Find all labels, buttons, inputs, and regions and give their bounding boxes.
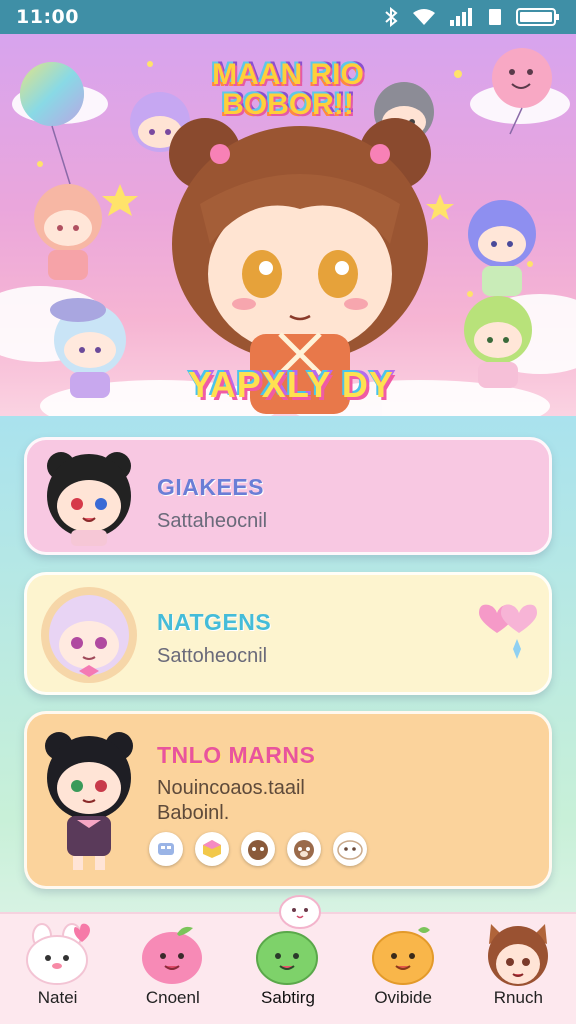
nav-item-natei[interactable]: Natei [0,914,115,1024]
list-card-3[interactable]: TNLO MARNS Nouincoaos.taail Baboinl. [24,711,552,889]
cat-icon [248,840,268,860]
card-title: TNLO MARNS [157,742,316,768]
nav-item-rnuch[interactable]: Rnuch [461,914,576,1024]
card-subtitle: Sattaheocnil [157,510,268,532]
card-title: NATGENS [157,609,272,635]
app-screen: 11:00 MAAN RIO BOBOR!! YAPXLY DY GIAKEES… [0,0,576,1024]
cloud-chip[interactable] [333,832,367,866]
list-card-1[interactable]: GIAKEES Sattaheocnil [24,437,552,555]
grid-icon [158,843,174,855]
avatar [45,732,133,870]
wifi-icon [413,9,435,25]
ghost-icon [279,895,322,929]
status-icons [384,7,560,27]
nav-label: Ovibide [374,988,432,1007]
cube-icon [203,840,221,858]
card-subtitle: Nouincoaos.taail Baboinl. [157,777,305,824]
bottom-nav: Natei Cnoenl Sabtirg Ovibide Rnuch [0,895,576,1024]
nav-label: Rnuch [493,988,543,1007]
pink-mochi-icon [142,926,203,984]
fox-girl-icon [487,924,548,986]
nav-label: Cnoenl [145,988,200,1007]
cube-chip[interactable] [195,832,229,866]
card-subtitle: Sattoheocnil [157,645,268,667]
hero-logo-bottom: YAPXLY DY [188,364,394,405]
bluetooth-icon [385,7,398,27]
signal-icon [450,8,472,26]
card-title: GIAKEES [157,474,265,500]
orange-mochi-icon [371,927,434,985]
avatar [47,452,131,546]
nav-label: Natei [37,988,78,1007]
nav-item-cnoenl[interactable]: Cnoenl [115,914,230,1024]
hearts-icon [479,604,537,659]
cat-chip[interactable] [241,832,275,866]
status-bar: 11:00 [0,0,576,34]
status-time: 11:00 [16,6,79,28]
sim-icon [489,9,501,25]
hero-logo-top: MAAN RIO BOBOR!! [212,58,364,121]
nav-label: Sabtirg [261,988,315,1007]
battery-icon [516,8,559,26]
cloud-icon [337,840,363,860]
list-card-2[interactable]: NATGENS Sattoheocnil [24,572,552,695]
grid-chip[interactable] [149,832,183,866]
nav-item-ovibide[interactable]: Ovibide [346,914,461,1024]
bunny-icon [26,923,91,985]
nav-item-sabtirg[interactable]: Sabtirg [230,895,345,1024]
dog-icon [294,840,314,860]
avatar [41,587,137,683]
chip-row [149,832,367,866]
dog-chip[interactable] [287,832,321,866]
hero-banner[interactable]: MAAN RIO BOBOR!! YAPXLY DY [0,34,576,416]
